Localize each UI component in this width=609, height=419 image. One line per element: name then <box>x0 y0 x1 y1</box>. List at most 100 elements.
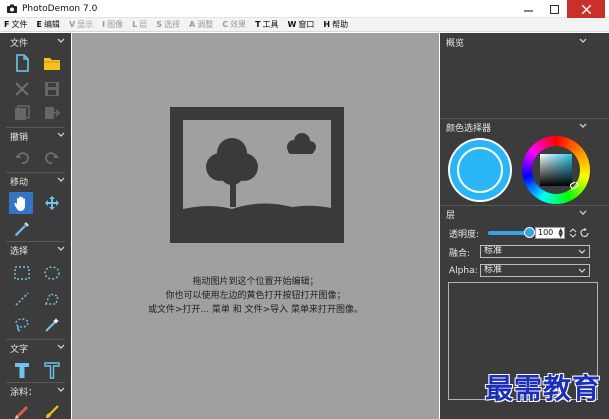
divider <box>6 127 65 128</box>
undo-icon <box>15 152 29 164</box>
section-move-label: 移动 <box>10 177 29 188</box>
color-picker-tool[interactable] <box>10 218 34 240</box>
chevron-down-icon <box>579 210 587 215</box>
line-select-tool[interactable] <box>10 288 34 310</box>
layers-header[interactable]: 层 <box>440 207 609 221</box>
divider <box>6 241 65 242</box>
text-tool[interactable] <box>10 359 34 381</box>
text-outline-t-icon <box>44 362 60 379</box>
color-selector-header[interactable]: 颜色选择器 <box>440 120 609 134</box>
menu-item[interactable]: V 显示 <box>69 18 93 32</box>
polygon-select-tool[interactable] <box>40 288 64 310</box>
menu-item[interactable]: E 编辑 <box>36 18 59 32</box>
chevron-down-icon <box>57 387 65 392</box>
hand-tool[interactable] <box>9 192 33 214</box>
close-button[interactable] <box>567 0 605 18</box>
rect-select-icon <box>14 266 30 280</box>
overview-title: 概览 <box>446 39 465 49</box>
menu-item[interactable]: W 窗口 <box>288 18 315 32</box>
image-placeholder-icon <box>170 107 344 243</box>
menu-item[interactable]: I 图像 <box>102 18 123 32</box>
chevron-down-icon <box>57 177 65 182</box>
divider <box>6 339 65 340</box>
chevron-down-icon <box>57 344 65 349</box>
menu-bar: F 文件 E 编辑 V 显示 I 图像 L 层 S 选择 A 调整 C 效果 T 工具 W 窗口 H 帮助 <box>0 18 609 32</box>
save-copy-button[interactable] <box>10 102 34 124</box>
blend-mode-select[interactable]: 标准 <box>480 245 590 258</box>
opacity-slider-thumb[interactable] <box>524 227 535 238</box>
window-controls <box>515 0 605 18</box>
window-title: PhotoDemon 7.0 <box>22 3 98 14</box>
section-file-label: 文件 <box>10 38 29 49</box>
open-image-button[interactable] <box>40 52 64 74</box>
section-paint[interactable]: 涂料： <box>0 384 71 398</box>
undo-button[interactable] <box>10 147 34 169</box>
chevron-down-icon <box>57 132 65 137</box>
save-button[interactable] <box>40 78 64 100</box>
pencil-icon <box>15 405 29 419</box>
redo-button[interactable] <box>40 147 64 169</box>
brush-tool[interactable] <box>40 401 64 419</box>
close-x-icon <box>15 82 29 96</box>
menu-accelerator: A <box>189 19 196 29</box>
opacity-value: 100 <box>538 228 554 237</box>
menu-label: 选择 <box>164 19 180 29</box>
export-button[interactable] <box>40 102 64 124</box>
text-t-icon <box>15 363 29 378</box>
pencil-tool[interactable] <box>10 401 34 419</box>
spin-arrows-icon[interactable]: ▲ ▼ <box>558 228 563 239</box>
menu-label: 帮助 <box>332 19 349 29</box>
menu-item[interactable]: C 效果 <box>222 18 246 32</box>
section-undo[interactable]: 撤销 <box>0 129 71 143</box>
close-image-button[interactable] <box>10 78 34 100</box>
menu-label: 效果 <box>230 19 247 29</box>
alpha-mode-select[interactable]: 标准 <box>480 264 590 277</box>
section-text[interactable]: 文字 <box>0 341 71 355</box>
color-wheel[interactable] <box>522 136 590 204</box>
polygon-select-icon <box>44 293 59 305</box>
menu-item[interactable]: L层 <box>132 18 147 32</box>
ellipse-select-tool[interactable] <box>40 262 64 284</box>
menu-accelerator: F <box>4 19 10 29</box>
new-image-button[interactable] <box>10 52 34 74</box>
primary-color-swatch[interactable] <box>446 136 514 204</box>
opacity-slider[interactable] <box>488 227 535 238</box>
menu-label: 层 <box>139 19 148 29</box>
alpha-mode-value: 标准 <box>484 265 503 275</box>
image-canvas[interactable]: 拖动图片到这个位置开始编辑； 你也可以使用左边的黄色打开按钮打开图像； 或文件>… <box>72 33 439 419</box>
reset-icon[interactable] <box>580 228 590 238</box>
opacity-input[interactable]: 100 ▲ ▼ <box>535 227 565 239</box>
hint-line: 你也可以使用左边的黄色打开按钮打开图像； <box>165 291 346 301</box>
chevron-down-icon <box>579 123 587 128</box>
blend-label: 融合: <box>449 249 471 259</box>
divider <box>440 205 609 206</box>
minimize-button[interactable] <box>515 0 541 18</box>
section-paint-label: 涂料： <box>10 387 38 398</box>
section-select[interactable]: 选择 <box>0 243 71 257</box>
section-undo-label: 撤销 <box>10 132 29 143</box>
hint-line: 或文件>打开... 菜单 和 文件>导入 菜单来打开图像。 <box>147 305 364 315</box>
move-tool[interactable] <box>40 192 64 214</box>
menu-item[interactable]: T 工具 <box>255 18 278 32</box>
wheel-marker-icon[interactable] <box>570 182 580 192</box>
overview-header[interactable]: 概览 <box>440 35 609 49</box>
saturation-square[interactable] <box>540 154 572 186</box>
menu-item[interactable]: A 调整 <box>189 18 213 32</box>
section-file[interactable]: 文件 <box>0 35 71 49</box>
spin-arrows-icon[interactable] <box>569 228 577 238</box>
watermark: 最需教育 <box>485 372 602 405</box>
maximize-button[interactable] <box>541 0 567 18</box>
rect-select-tool[interactable] <box>10 262 34 284</box>
magic-wand-tool[interactable] <box>40 314 64 336</box>
section-move[interactable]: 移动 <box>0 174 71 188</box>
menu-accelerator: V <box>68 19 76 29</box>
redo-icon <box>45 152 59 164</box>
menu-item[interactable]: F 文件 <box>4 18 27 32</box>
section-text-label: 文字 <box>10 344 29 355</box>
menu-item[interactable]: H 帮助 <box>323 18 348 32</box>
typography-tool[interactable] <box>40 359 64 381</box>
new-file-icon <box>16 54 29 72</box>
lasso-select-tool[interactable] <box>10 314 34 336</box>
menu-item[interactable]: S 选择 <box>156 18 180 32</box>
title-bar: PhotoDemon 7.0 <box>0 0 609 18</box>
